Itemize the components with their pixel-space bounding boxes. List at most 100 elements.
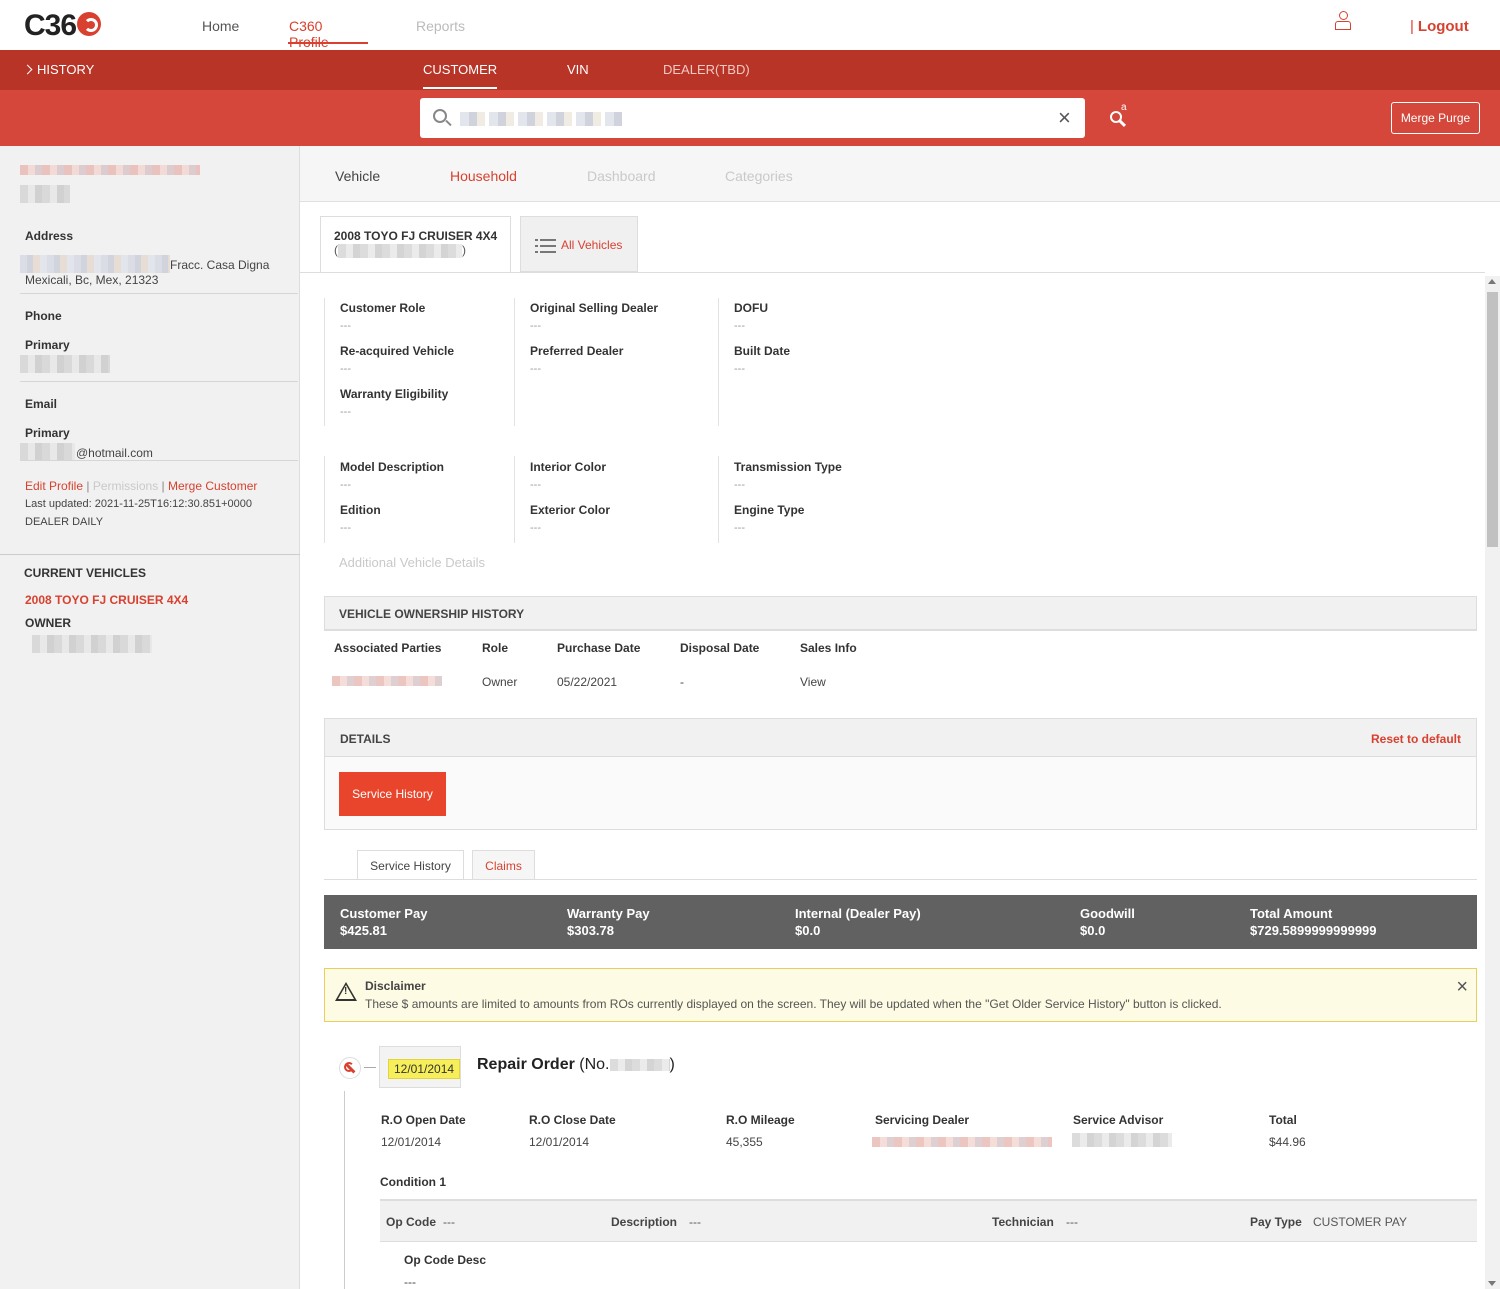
c360-logo[interactable]: C36	[24, 9, 102, 43]
link-separator: |	[161, 479, 165, 493]
phone-label: Phone	[25, 309, 62, 323]
advanced-search-letter: a	[1121, 102, 1127, 113]
scroll-down-icon[interactable]	[1488, 1281, 1496, 1286]
condition-header: Op Code --- Description --- Technician -…	[380, 1199, 1477, 1242]
dofu-label: DOFU	[734, 301, 768, 315]
vin-close-paren: )	[462, 243, 466, 257]
party-name-redacted	[332, 676, 442, 686]
divider	[324, 298, 325, 426]
row-purchase-date: 05/22/2021	[557, 675, 618, 689]
transmission-label: Transmission Type	[734, 460, 842, 474]
exterior-color-value: ---	[530, 522, 541, 534]
orig-dealer-label: Original Selling Dealer	[530, 301, 659, 315]
details-panel: DETAILS Reset to default Service History	[324, 718, 1477, 830]
service-history-button[interactable]: Service History	[339, 772, 446, 816]
engine-value: ---	[734, 522, 745, 534]
merge-purge-button[interactable]: Merge Purge	[1391, 102, 1480, 134]
divider	[0, 554, 300, 555]
warranty-value: ---	[340, 406, 351, 418]
owner-name-redacted	[32, 635, 152, 653]
permissions-link[interactable]: Permissions	[93, 479, 158, 493]
pref-dealer-label: Preferred Dealer	[530, 344, 624, 358]
tab-vin[interactable]: VIN	[567, 62, 589, 77]
search-value-redacted	[460, 112, 622, 126]
all-vehicles-tab[interactable]: All Vehicles	[520, 216, 638, 272]
nav-home[interactable]: Home	[202, 18, 239, 34]
service-advisor-label: Service Advisor	[1073, 1113, 1164, 1127]
scroll-up-icon[interactable]	[1488, 279, 1496, 284]
history-label: HISTORY	[37, 62, 95, 77]
disclaimer-title: Disclaimer	[365, 979, 426, 993]
ro-number-suffix: )	[669, 1056, 675, 1073]
tab-claims[interactable]: Claims	[472, 850, 535, 880]
divider	[324, 879, 1477, 880]
ro-number-redacted	[609, 1058, 670, 1071]
ro-open-date-value: 12/01/2014	[381, 1135, 442, 1149]
reset-to-default-link[interactable]: Reset to default	[1371, 732, 1461, 746]
ro-close-date-label: R.O Close Date	[529, 1113, 616, 1127]
history-toggle[interactable]: HISTORY	[22, 62, 95, 77]
current-vehicle-link[interactable]: 2008 TOYO FJ CRUISER 4X4	[25, 593, 188, 607]
tab-customer[interactable]: CUSTOMER	[423, 62, 498, 89]
address-line2: Mexicali, Bc, Mex, 21323	[25, 273, 159, 287]
tab-vehicle[interactable]: Vehicle	[335, 168, 380, 184]
row-disposal-date: -	[680, 675, 684, 689]
model-desc-label: Model Description	[340, 460, 445, 474]
op-code-desc-label: Op Code Desc	[404, 1253, 487, 1267]
wrench-icon[interactable]	[339, 1057, 361, 1079]
tab-dashboard[interactable]: Dashboard	[587, 168, 656, 184]
internal-pay-value: $0.0	[795, 923, 821, 938]
disclaimer-banner: Disclaimer These $ amounts are limited t…	[324, 968, 1477, 1022]
close-icon[interactable]: ×	[1456, 977, 1468, 997]
pay-type-value: CUSTOMER PAY	[1313, 1215, 1408, 1229]
email-domain: @hotmail.com	[76, 446, 153, 460]
selected-vehicle-tab[interactable]: 2008 TOYO FJ CRUISER 4X4 ()	[320, 216, 511, 273]
tab-categories[interactable]: Categories	[725, 168, 793, 184]
tab-service-history[interactable]: Service History	[357, 850, 464, 880]
internal-pay-label: Internal (Dealer Pay)	[795, 906, 921, 921]
tab-dealer[interactable]: DEALER(TBD)	[663, 62, 750, 77]
main-scrollbar[interactable]	[1485, 276, 1500, 1289]
goodwill-value: $0.0	[1080, 923, 1106, 938]
reacquired-label: Re-acquired Vehicle	[340, 344, 455, 358]
nav-c360-profile[interactable]: C360 Profile	[289, 18, 329, 50]
col-associated-parties: Associated Parties	[334, 641, 442, 655]
col-purchase-date: Purchase Date	[557, 641, 641, 655]
profile-links: Edit Profile | Permissions | Merge Custo…	[25, 479, 257, 493]
total-amount-value: $729.5899999999999	[1250, 923, 1377, 938]
owner-label: OWNER	[25, 616, 71, 630]
col-role: Role	[482, 641, 509, 655]
tab-household[interactable]: Household	[450, 168, 517, 184]
customer-pay-value: $425.81	[340, 923, 387, 938]
row-role: Owner	[482, 675, 518, 689]
logout-separator: |	[1410, 18, 1414, 35]
divider	[20, 460, 298, 461]
warranty-pay-value: $303.78	[567, 923, 614, 938]
scroll-thumb[interactable]	[1487, 292, 1498, 547]
servicing-dealer-label: Servicing Dealer	[875, 1113, 970, 1127]
edition-value: ---	[340, 522, 351, 534]
op-code-label: Op Code	[386, 1215, 436, 1229]
customer-name-redacted	[20, 165, 200, 175]
top-bar: C36 Home C360 Profile Reports | Logout	[0, 0, 1500, 50]
customer-role-label: Customer Role	[340, 301, 426, 315]
warranty-label: Warranty Eligibility	[340, 387, 449, 401]
user-icon[interactable]	[1335, 11, 1351, 30]
repair-order-label: Repair Order	[477, 1056, 575, 1073]
timeline-connector	[364, 1067, 376, 1068]
advanced-search-icon[interactable]: a	[1110, 102, 1128, 128]
list-check-icon	[535, 237, 557, 255]
clear-search-icon[interactable]: ×	[1058, 107, 1071, 129]
customer-id-redacted	[20, 185, 70, 203]
search-box: ×	[420, 98, 1085, 138]
logout-link[interactable]: | Logout	[1410, 18, 1469, 35]
warranty-pay-label: Warranty Pay	[567, 906, 650, 921]
edit-profile-link[interactable]: Edit Profile	[25, 479, 83, 493]
all-vehicles-label: All Vehicles	[561, 238, 623, 252]
nav-reports[interactable]: Reports	[416, 18, 465, 34]
additional-details-link[interactable]: Additional Vehicle Details	[339, 555, 485, 570]
ownership-history-title: VEHICLE OWNERSHIP HISTORY	[339, 607, 525, 621]
sales-info-view-link[interactable]: View	[800, 675, 826, 689]
merge-customer-link[interactable]: Merge Customer	[168, 479, 257, 493]
pay-type-label: Pay Type	[1250, 1215, 1302, 1229]
